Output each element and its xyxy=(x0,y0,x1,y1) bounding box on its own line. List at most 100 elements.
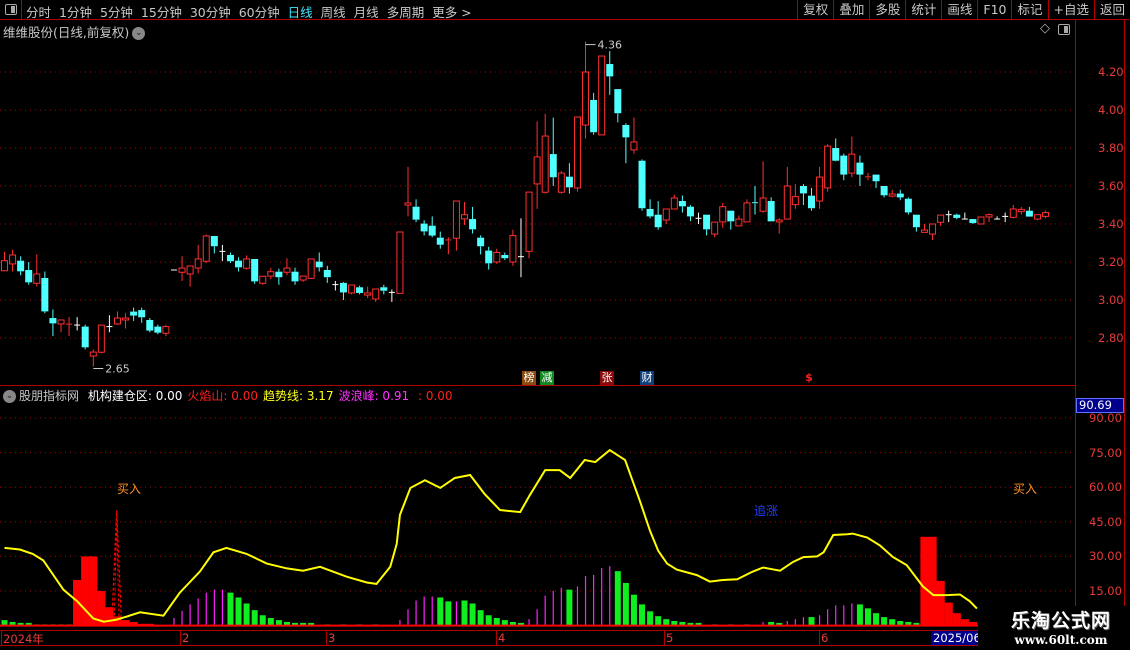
candle xyxy=(1033,214,1041,221)
indicator-axis-label: 45.00 xyxy=(1089,514,1122,529)
indicator-field: 波浪峰: 0.91 xyxy=(338,389,410,403)
candle xyxy=(1002,212,1009,223)
flame-spike xyxy=(113,519,120,626)
candle xyxy=(945,210,952,223)
event-tag[interactable]: 减 xyxy=(540,371,554,385)
toolbar-button-8[interactable]: 返回 xyxy=(1093,0,1130,20)
candle xyxy=(904,197,912,215)
candle xyxy=(202,234,210,263)
chart-canvas[interactable]: 4.36 2.65 xyxy=(0,0,1075,650)
date-label: 2024年 xyxy=(3,632,44,646)
wave-bar xyxy=(437,597,444,626)
candle xyxy=(146,318,154,333)
candle xyxy=(912,214,920,232)
signal-label: 买入 xyxy=(1013,482,1038,496)
candle xyxy=(307,258,315,280)
candle xyxy=(283,258,291,276)
date-label: 4 xyxy=(498,631,506,645)
event-tag[interactable]: 财 xyxy=(640,371,654,385)
wave-bar xyxy=(647,611,654,626)
flame-bar xyxy=(920,536,929,626)
candle xyxy=(509,229,517,266)
candle xyxy=(840,153,848,181)
indicator-name[interactable]: 股朋指标网 xyxy=(19,389,79,403)
candle xyxy=(622,123,630,164)
candle xyxy=(452,200,460,251)
wave-bar xyxy=(485,615,492,626)
candle xyxy=(969,219,977,224)
flame-bar xyxy=(936,580,945,626)
candle xyxy=(25,262,33,285)
candle xyxy=(485,246,493,270)
candle xyxy=(614,89,622,123)
watermark-url: www.60lt.com xyxy=(1014,633,1108,647)
wave-bar xyxy=(873,613,880,626)
event-tag[interactable]: $ xyxy=(802,371,816,385)
date-label: 3 xyxy=(328,631,336,645)
wave-bar xyxy=(808,617,815,626)
price-axis-label: 3.40 xyxy=(1098,217,1124,231)
candle xyxy=(235,257,243,272)
date-divider xyxy=(180,630,181,646)
candle xyxy=(565,163,573,194)
candle xyxy=(920,224,928,233)
date-divider xyxy=(1,630,2,646)
candle xyxy=(97,324,105,354)
candle xyxy=(243,255,251,270)
candle xyxy=(251,258,259,284)
candle xyxy=(590,92,598,135)
candle xyxy=(332,281,339,291)
event-tag[interactable]: 榜 xyxy=(522,371,536,385)
candle xyxy=(469,206,477,234)
candle xyxy=(961,212,968,220)
candle xyxy=(186,265,194,287)
axis-divider xyxy=(1124,20,1125,632)
chevron-down-icon[interactable]: ⌄ xyxy=(3,390,16,403)
wave-bar xyxy=(235,597,242,626)
candle xyxy=(856,155,864,186)
candle xyxy=(848,136,856,178)
flame-bar xyxy=(952,613,961,626)
indicator-field: 火焰山: 0.00 xyxy=(187,389,258,403)
price-mark-high: 4.36 xyxy=(598,39,623,52)
candle xyxy=(154,324,162,335)
candle xyxy=(791,184,799,209)
candle xyxy=(695,212,702,224)
candle xyxy=(138,307,146,323)
candle xyxy=(275,268,283,285)
candle xyxy=(364,286,372,299)
signal-label: 买入 xyxy=(117,482,142,496)
candle xyxy=(162,324,170,337)
candle xyxy=(880,186,888,198)
wave-bar xyxy=(259,615,266,626)
candle xyxy=(711,221,719,238)
indicator-axis-label: 75.00 xyxy=(1089,445,1122,460)
candle xyxy=(573,116,581,192)
date-label: 5 xyxy=(666,631,674,645)
flame-bar xyxy=(81,556,90,626)
candle xyxy=(81,324,89,350)
candle xyxy=(1009,205,1017,219)
candle xyxy=(122,313,130,329)
candle xyxy=(412,199,420,223)
wave-bar xyxy=(445,601,452,626)
candle xyxy=(598,55,606,136)
candle xyxy=(977,216,985,225)
wave-bar xyxy=(469,603,476,626)
candle xyxy=(678,195,686,213)
candle xyxy=(74,317,81,331)
price-mark-low: 2.65 xyxy=(105,363,129,376)
candle xyxy=(299,275,307,282)
date-label: 2 xyxy=(182,631,190,645)
price-axis-label: 3.00 xyxy=(1098,293,1124,307)
candle xyxy=(888,189,896,198)
candle xyxy=(686,205,694,222)
price-axis-label: 3.80 xyxy=(1098,141,1124,155)
candle xyxy=(445,237,452,255)
event-tag[interactable]: 张 xyxy=(600,371,614,385)
candle xyxy=(896,189,904,201)
candle xyxy=(291,267,299,285)
indicator-axis-label: 30.00 xyxy=(1089,549,1122,564)
candle xyxy=(799,184,807,205)
candle xyxy=(557,170,565,194)
